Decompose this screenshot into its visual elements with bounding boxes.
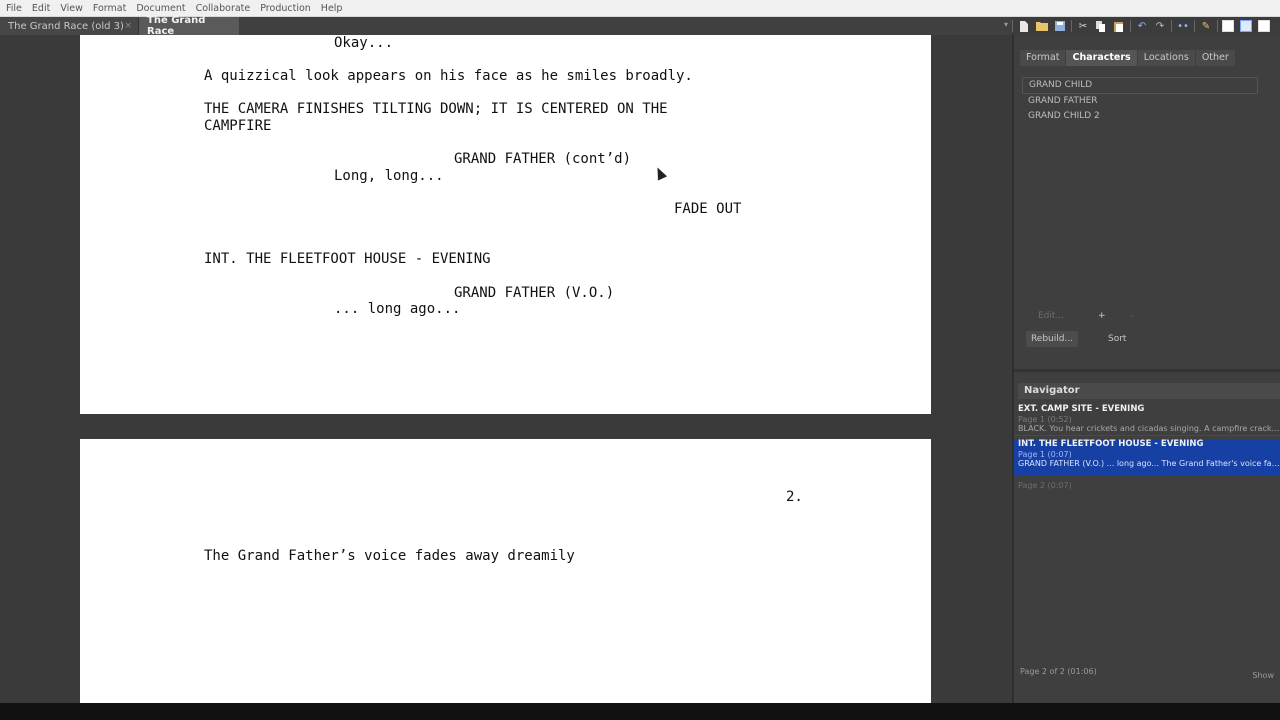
more-icon[interactable]: •• (1176, 19, 1190, 33)
panel-splitter[interactable] (1014, 369, 1280, 372)
tools-icon[interactable]: ✎ (1199, 19, 1213, 33)
dialogue-line: ... long ago... (334, 301, 461, 317)
bottom-bar (0, 703, 1280, 720)
chevron-down-icon[interactable]: ▾ (1004, 20, 1008, 29)
transition-line: FADE OUT (674, 201, 742, 217)
action-line: CAMPFIRE (204, 118, 272, 134)
script-editor[interactable]: Okay... A quizzical look appears on his … (0, 35, 1012, 703)
scene-meta: Page 2 (0:07) (1018, 481, 1072, 490)
menu-document[interactable]: Document (131, 3, 190, 14)
scene-synopsis: GRAND FATHER (V.O.) ... long ago... The … (1018, 459, 1280, 468)
scene-synopsis: BLACK. You hear crickets and cicadas sin… (1018, 424, 1280, 433)
open-folder-icon[interactable] (1035, 19, 1049, 33)
new-document-icon[interactable] (1017, 19, 1031, 33)
action-line: A quizzical look appears on his face as … (204, 68, 693, 84)
page-number: 2. (786, 489, 803, 505)
add-button[interactable]: + (1098, 311, 1106, 321)
script-page-1[interactable]: Okay... A quizzical look appears on his … (80, 35, 931, 414)
tab-label: The Grand Race (147, 15, 206, 37)
toolbar-separator (1130, 20, 1131, 32)
layout-1-icon[interactable] (1222, 20, 1234, 32)
dialogue-line: Long, long... (334, 168, 444, 184)
character-cue: GRAND FATHER (V.O.) (454, 285, 615, 301)
character-cue: GRAND FATHER (cont’d) (454, 151, 632, 167)
scene-meta: Page 1 (0:52) (1018, 415, 1072, 424)
remove-button[interactable]: - (1130, 311, 1133, 321)
navigator-scene-selected[interactable]: INT. THE FLEETFOOT HOUSE - EVENING Page … (1014, 439, 1280, 475)
cut-icon[interactable]: ✂ (1076, 19, 1090, 33)
document-tab-bar: The Grand Race (old 3) × The Grand Race … (0, 15, 1012, 37)
sort-button[interactable]: Sort (1108, 331, 1138, 347)
tab-locations[interactable]: Locations (1137, 50, 1195, 66)
edit-button[interactable]: Edit... (1038, 311, 1064, 321)
toolbar-separator (1194, 20, 1195, 32)
navigator-scene[interactable]: EXT. CAMP SITE - EVENING Page 1 (0:52) B… (1014, 404, 1280, 436)
toolbar-separator (1071, 20, 1072, 32)
menu-help[interactable]: Help (316, 3, 348, 14)
menu-collaborate[interactable]: Collaborate (191, 3, 256, 14)
rebuild-button[interactable]: Rebuild... (1026, 331, 1078, 347)
menu-file[interactable]: File (0, 3, 27, 14)
menu-production[interactable]: Production (255, 3, 316, 14)
side-panel-tabs: Format Characters Locations Other (1020, 50, 1236, 66)
action-line: THE CAMERA FINISHES TILTING DOWN; IT IS … (204, 101, 668, 117)
tab-characters[interactable]: Characters (1066, 50, 1137, 66)
toolbar: ✂ ↶ ↷ •• ✎ (1012, 17, 1280, 35)
scene-heading: INT. THE FLEETFOOT HOUSE - EVENING (204, 251, 491, 267)
page-count-status: Page 2 of 2 (01:06) (1020, 667, 1097, 676)
layout-2-icon[interactable] (1240, 20, 1252, 32)
toolbar-separator (1217, 20, 1218, 32)
tab-format[interactable]: Format (1020, 50, 1066, 66)
list-item[interactable]: GRAND CHILD (1022, 77, 1258, 94)
list-item[interactable]: GRAND FATHER (1022, 94, 1258, 109)
paste-icon[interactable] (1112, 19, 1126, 33)
list-item[interactable]: GRAND CHILD 2 (1022, 109, 1258, 124)
toolbar-separator (1012, 20, 1013, 32)
layout-3-icon[interactable] (1258, 20, 1270, 32)
tab-label: The Grand Race (old 3) (8, 20, 124, 32)
character-list[interactable]: GRAND CHILD GRAND FATHER GRAND CHILD 2 (1022, 77, 1258, 307)
menu-edit[interactable]: Edit (27, 3, 55, 14)
tab-grand-race[interactable]: The Grand Race (139, 15, 239, 37)
scene-heading: INT. THE FLEETFOOT HOUSE - EVENING (1018, 439, 1204, 449)
navigator-page-marker[interactable]: Page 2 (0:07) (1014, 481, 1280, 513)
save-icon[interactable] (1053, 19, 1067, 33)
tab-other[interactable]: Other (1195, 50, 1235, 66)
dialogue-line: Okay... (334, 35, 394, 51)
close-icon[interactable]: × (124, 21, 132, 31)
menu-view[interactable]: View (55, 3, 88, 14)
toolbar-separator (1171, 20, 1172, 32)
scene-meta: Page 1 (0:07) (1018, 450, 1072, 459)
show-button[interactable]: Show (1252, 671, 1274, 680)
redo-icon[interactable]: ↷ (1153, 19, 1167, 33)
action-line: The Grand Father’s voice fades away drea… (204, 548, 575, 564)
copy-icon[interactable] (1094, 19, 1108, 33)
scene-heading: EXT. CAMP SITE - EVENING (1018, 404, 1145, 414)
menu-format[interactable]: Format (88, 3, 131, 14)
script-page-2[interactable]: 2. The Grand Father’s voice fades away d… (80, 439, 931, 703)
undo-icon[interactable]: ↶ (1135, 19, 1149, 33)
tab-grand-race-old-3[interactable]: The Grand Race (old 3) × (0, 17, 139, 35)
side-panel: Format Characters Locations Other GRAND … (1012, 35, 1280, 703)
navigator-header: Navigator (1018, 383, 1280, 399)
